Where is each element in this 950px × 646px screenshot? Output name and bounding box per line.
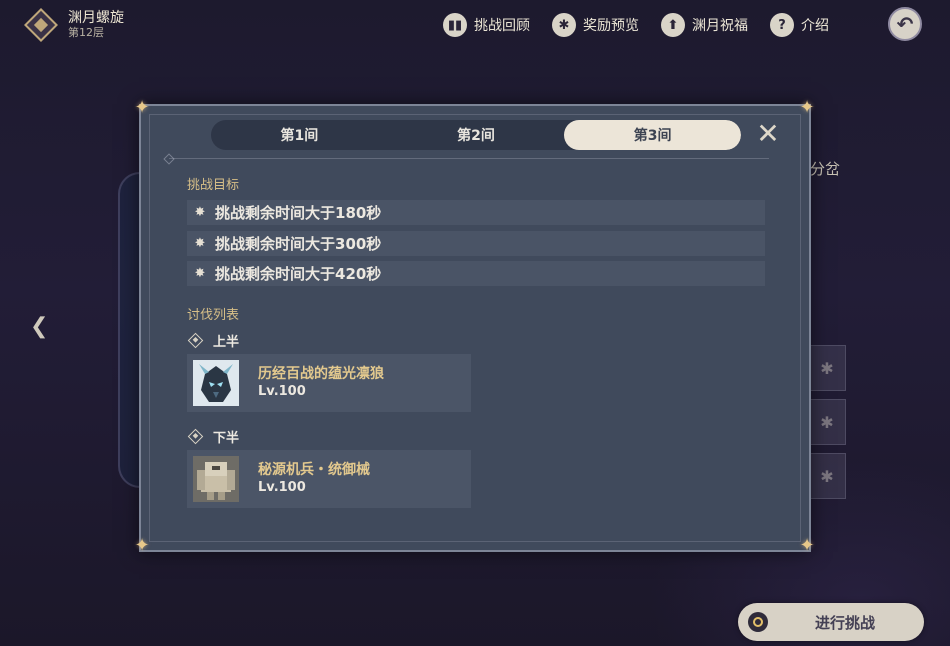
nav-label: 挑战回顾 [474, 18, 530, 34]
objective-text: 挑战剩余时间大于180秒 [215, 204, 382, 222]
enemy-name: 历经百战的蕴光凛狼 [258, 366, 384, 382]
nav-label: 奖励预览 [583, 18, 639, 34]
enemy-info: 历经百战的蕴光凛狼 Lv.100 [258, 365, 384, 401]
objective-text: 挑战剩余时间大于300秒 [215, 235, 382, 253]
background-slot: ✱ [808, 399, 846, 445]
nav-intro[interactable]: ? 介绍 [770, 13, 829, 37]
corner-ornament-icon: ✦ [134, 535, 150, 556]
start-challenge-label: 进行挑战 [815, 613, 876, 632]
tab-chamber-3[interactable]: 第3间 [564, 120, 741, 150]
background-side-label: 分岔 [810, 160, 841, 178]
background-slot: ✱ [808, 453, 846, 499]
nav-label: 介绍 [801, 18, 829, 34]
upgrade-arrow-icon: ⬆ [661, 13, 685, 37]
second-half-header: 下半 [187, 427, 239, 446]
objective-row: ✸ 挑战剩余时间大于300秒 [187, 231, 765, 256]
enemy-card[interactable]: 秘源机兵・统御械 Lv.100 [187, 450, 471, 508]
corner-ornament-icon: ✦ [799, 535, 815, 556]
close-icon: ✕ [756, 117, 780, 150]
objective-row: ✸ 挑战剩余时间大于420秒 [187, 261, 765, 286]
enemy-name: 秘源机兵・统御械 [258, 462, 370, 478]
star-icon: ✸ [194, 236, 206, 251]
diamond-icon [187, 428, 204, 445]
diamond-icon [187, 332, 204, 349]
background-slot: ✱ [808, 345, 846, 391]
back-button[interactable]: ↶ [888, 7, 922, 41]
tab-chamber-2[interactable]: 第2间 [388, 120, 565, 150]
nav-label: 渊月祝福 [692, 18, 748, 34]
help-icon: ? [770, 13, 794, 37]
top-nav: ▮▮ 挑战回顾 ✱ 奖励预览 ⬆ 渊月祝福 ? 介绍 [443, 12, 851, 38]
star-icon: ✸ [194, 266, 206, 281]
page-title: 渊月螺旋 [68, 10, 124, 26]
nav-blessing[interactable]: ⬆ 渊月祝福 [661, 13, 748, 37]
header-text: 渊月螺旋 第12层 [68, 10, 124, 40]
close-button[interactable]: ✕ [753, 120, 783, 150]
half-label: 下半 [213, 431, 240, 446]
wolf-portrait-icon [193, 360, 239, 406]
enemy-level: Lv.100 [258, 384, 306, 399]
previous-arrow-icon[interactable]: ❮ [30, 316, 52, 338]
nav-challenge-review[interactable]: ▮▮ 挑战回顾 [443, 13, 530, 37]
header: 渊月螺旋 第12层 [24, 8, 124, 42]
corner-ornament-icon: ✦ [134, 97, 150, 118]
divider [169, 158, 769, 159]
floor-label: 第12层 [68, 26, 104, 39]
star-badge-icon: ✱ [552, 13, 576, 37]
ring-icon [748, 612, 768, 632]
objective-text: 挑战剩余时间大于420秒 [215, 265, 382, 283]
objectives-title: 挑战目标 [187, 178, 240, 193]
enemy-info: 秘源机兵・统御械 Lv.100 [258, 461, 370, 497]
half-label: 上半 [213, 335, 240, 350]
enemy-card[interactable]: 历经百战的蕴光凛狼 Lv.100 [187, 354, 471, 412]
nav-reward-preview[interactable]: ✱ 奖励预览 [552, 13, 639, 37]
enemy-level: Lv.100 [258, 480, 306, 495]
chamber-detail-modal: 第1间 第2间 第3间 ✕ 挑战目标 ✸ 挑战剩余时间大于180秒 ✸ 挑战剩余… [139, 104, 811, 552]
objective-row: ✸ 挑战剩余时间大于180秒 [187, 200, 765, 225]
corner-ornament-icon: ✦ [799, 97, 815, 118]
undo-arrow-icon: ↶ [896, 12, 914, 36]
abyss-icon [24, 8, 58, 42]
first-half-header: 上半 [187, 331, 239, 350]
book-icon: ▮▮ [443, 13, 467, 37]
tab-chamber-1[interactable]: 第1间 [211, 120, 388, 150]
star-icon: ✸ [194, 205, 206, 220]
enemy-list-title: 讨伐列表 [187, 308, 240, 323]
start-challenge-button[interactable]: 进行挑战 [738, 603, 924, 641]
construct-portrait-icon [193, 456, 239, 502]
chamber-tabs: 第1间 第2间 第3间 [211, 120, 741, 150]
